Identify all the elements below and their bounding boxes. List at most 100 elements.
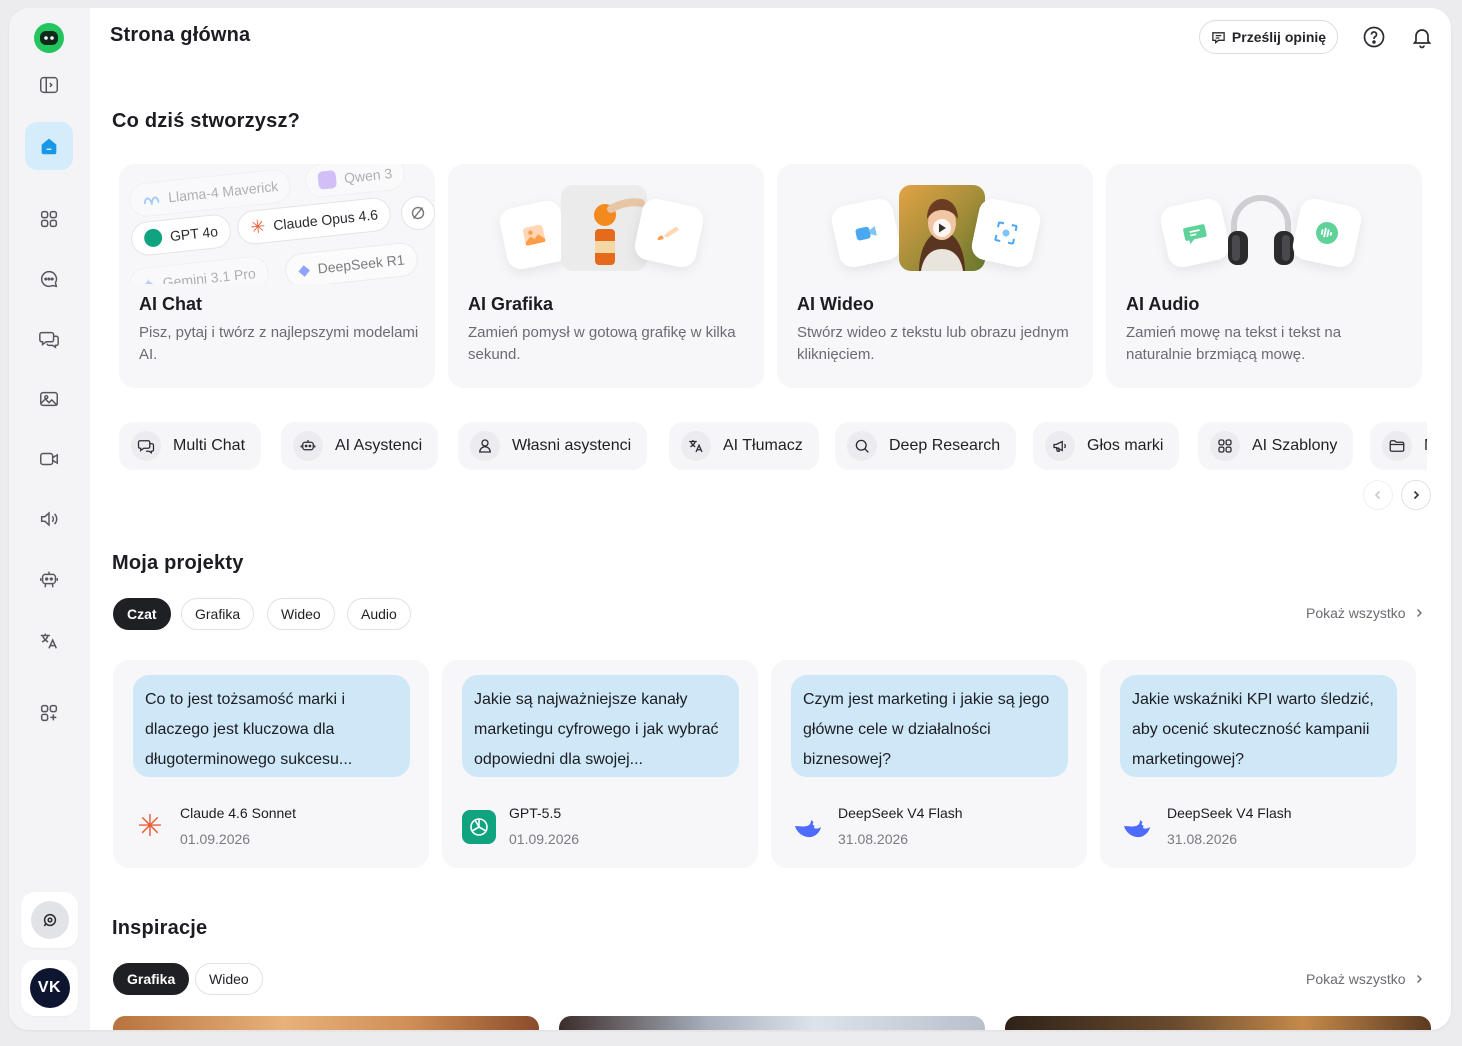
tool-deep-research[interactable]: Deep Research (835, 422, 1017, 470)
ai-graphics-card[interactable]: AI Grafika Zamień pomysł w gotową grafik… (448, 164, 764, 388)
meta-icon (143, 196, 160, 207)
tool-ai-translator[interactable]: AI Tłumacz (669, 422, 819, 470)
chevron-right-icon (1413, 490, 1420, 500)
ai-chat-card[interactable]: Llama-4 Maverick Qwen 3 GPT 4o ✳ Claude … (119, 164, 435, 388)
inspiration-filter-graphics[interactable]: Grafika (113, 963, 190, 995)
tool-multi-chat[interactable]: Multi Chat (119, 422, 262, 470)
home-icon[interactable] (25, 122, 73, 170)
folder-icon (1382, 431, 1412, 461)
focus-tile-icon (969, 196, 1043, 270)
card-description: Zamień mowę na tekst i tekst na naturaln… (1126, 324, 1342, 363)
filter-graphics[interactable]: Grafika (181, 598, 255, 630)
project-card[interactable]: Jakie są najważniejsze kanały marketingu… (442, 660, 758, 868)
project-model: GPT-5.5 (509, 805, 562, 821)
user-profile-button[interactable]: VK (21, 960, 78, 1016)
apps-grid-icon (1210, 431, 1240, 461)
model-chips: Llama-4 Maverick Qwen 3 GPT 4o ✳ Claude … (119, 164, 435, 284)
integrations-button[interactable] (21, 892, 78, 948)
card-title: AI Wideo (797, 294, 874, 314)
inspiration-show-all[interactable]: Pokaż wszystko (1306, 971, 1424, 987)
project-date: 01.09.2026 (509, 831, 580, 847)
audio-icon[interactable] (25, 495, 73, 543)
robot-icon[interactable] (25, 555, 73, 603)
page-title: Strona główna (110, 24, 251, 46)
project-model: DeepSeek V4 Flash (838, 805, 963, 821)
card-title: AI Grafika (468, 294, 554, 314)
project-date: 31.08.2026 (1167, 831, 1238, 847)
project-prompt: Co to jest tożsamość marki i dlaczego je… (133, 675, 410, 777)
project-card[interactable]: Czym jest marketing i jakie są jego głów… (771, 660, 1087, 868)
translate-icon[interactable] (25, 617, 73, 665)
feedback-label: Prześlij opinię (1231, 29, 1327, 45)
woman-portrait-image (899, 185, 985, 271)
app-logo[interactable] (33, 22, 65, 54)
video-icon[interactable] (25, 435, 73, 483)
ai-audio-card[interactable]: AI Audio Zamień mowę na tekst i tekst na… (1106, 164, 1422, 388)
translate-icon (681, 431, 711, 461)
search-icon (847, 431, 877, 461)
tool-brand-voice[interactable]: Głos marki (1033, 422, 1180, 470)
filter-audio[interactable]: Audio (347, 598, 411, 630)
project-prompt: Czym jest marketing i jakie są jego głów… (791, 675, 1068, 777)
card-description: Stwórz wideo z tekstu lub obrazu jednym … (797, 324, 1069, 363)
filter-video[interactable]: Wideo (267, 598, 335, 630)
headphones-image (1218, 185, 1304, 271)
feedback-icon (1212, 31, 1225, 44)
gemini-icon: ✦ (141, 275, 155, 284)
sidebar: VK (9, 8, 90, 1030)
claude-icon: ✳ (137, 810, 163, 843)
inspiration-image[interactable] (113, 1016, 539, 1030)
project-card[interactable]: Jakie wskaźniki KPI warto śledzić, aby o… (1100, 660, 1416, 868)
bell-icon[interactable] (1410, 25, 1434, 49)
project-prompt: Jakie są najważniejsze kanały marketingu… (462, 675, 739, 777)
card-description: Zamień pomysł w gotową grafikę w kilka s… (468, 324, 736, 363)
robot-icon (293, 431, 323, 461)
multi-chat-icon[interactable] (25, 315, 73, 363)
chevron-right-icon (1416, 609, 1422, 617)
scroll-left-button[interactable] (1363, 480, 1393, 510)
multi-chat-icon (131, 431, 161, 461)
apps-grid-icon[interactable] (25, 195, 73, 243)
app-window: VK Strona główna Prześlij opinię Co dziś… (9, 8, 1451, 1030)
openai-icon (143, 228, 164, 248)
filter-chat[interactable]: Czat (113, 598, 171, 630)
user-icon (470, 431, 500, 461)
brush-tile-icon (632, 196, 706, 270)
toggle-sidebar-icon[interactable] (25, 61, 73, 109)
help-circle-icon[interactable] (1362, 25, 1386, 49)
create-section-title: Co dziś stworzysz? (112, 110, 301, 132)
voice-tile-icon (1290, 196, 1364, 270)
camera-tile-icon (829, 196, 903, 270)
scroll-right-button[interactable] (1401, 480, 1431, 510)
chevron-right-icon (1416, 975, 1422, 983)
megaphone-icon (1045, 431, 1075, 461)
add-apps-icon[interactable] (25, 689, 73, 737)
chat-bubble-icon[interactable] (25, 255, 73, 303)
tool-custom-assistants[interactable]: Własni asystenci (458, 422, 648, 470)
qwen-icon (317, 170, 338, 190)
inspiration-image[interactable] (1005, 1016, 1431, 1030)
tool-ai-templates[interactable]: AI Szablony (1198, 422, 1354, 470)
openai-icon (462, 810, 496, 844)
inspiration-section-title: Inspiracje (112, 917, 208, 939)
projects-show-all[interactable]: Pokaż wszystko (1306, 605, 1424, 621)
inspiration-image[interactable] (559, 1016, 985, 1030)
model-chip-gemini: ✦ Gemini 3.1 Pro (127, 254, 271, 284)
tool-ai-assistants[interactable]: AI Asystenci (281, 422, 439, 470)
deepseek-icon (791, 810, 825, 844)
orange-drink-image (561, 185, 647, 271)
ai-video-card[interactable]: AI Wideo Stwórz wideo z tekstu lub obraz… (777, 164, 1093, 388)
tools-row: Multi Chat AI Asystenci Własni asystenci… (9, 8, 1427, 1030)
inspiration-filter-video[interactable]: Wideo (195, 963, 263, 995)
card-title: AI Audio (1126, 294, 1200, 314)
deepseek-icon: ◆ (297, 260, 311, 280)
link-icon (30, 901, 69, 939)
project-card[interactable]: Co to jest tożsamość marki i dlaczego je… (113, 660, 429, 868)
project-date: 01.09.2026 (180, 831, 251, 847)
feedback-button[interactable]: Prześlij opinię (1199, 20, 1338, 54)
project-model: DeepSeek V4 Flash (1167, 805, 1292, 821)
image-icon[interactable] (25, 375, 73, 423)
card-title: AI Chat (139, 294, 202, 314)
model-chip-qwen: Qwen 3 (303, 164, 407, 200)
tool-projects[interactable]: M (1370, 422, 1427, 470)
